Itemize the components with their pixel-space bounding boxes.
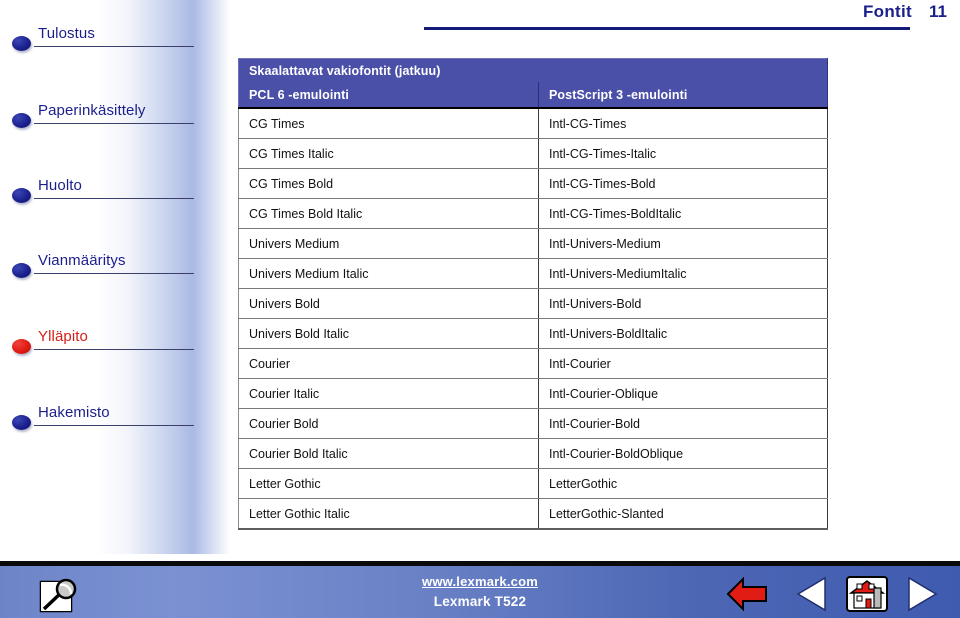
footer-bar: www.lexmark.com Lexmark T522: [0, 561, 960, 618]
table-row: CG Times Bold Italic Intl-CG-Times-BoldI…: [238, 198, 829, 229]
table-row: Univers Medium Italic Intl-Univers-Mediu…: [238, 258, 829, 289]
blue-bullet-icon: [12, 36, 31, 51]
sidebar-item-label: Hakemisto: [38, 404, 110, 421]
home-icon[interactable]: [845, 574, 889, 614]
cell-pcl-font: Courier Italic: [238, 378, 539, 409]
previous-page-icon[interactable]: [795, 574, 829, 614]
sidebar-item-yllapito[interactable]: Ylläpito: [12, 328, 198, 358]
table-row: Univers Bold Italic Intl-Univers-BoldIta…: [238, 318, 829, 349]
table-row: Univers Bold Intl-Univers-Bold: [238, 288, 829, 319]
red-bullet-icon: [12, 339, 31, 354]
table-header-row: PCL 6 -emulointi PostScript 3 -emulointi: [238, 82, 829, 109]
blue-bullet-icon: [12, 415, 31, 430]
blue-bullet-icon: [12, 263, 31, 278]
page-title: Fontit: [863, 2, 912, 21]
cell-ps-font: Intl-Courier-BoldOblique: [538, 438, 829, 469]
cell-pcl-font: Courier Bold Italic: [238, 438, 539, 469]
cell-pcl-font: Letter Gothic: [238, 468, 539, 499]
cell-pcl-font: CG Times Bold Italic: [238, 198, 539, 229]
table-row: Courier Intl-Courier: [238, 348, 829, 379]
cell-ps-font: LetterGothic-Slanted: [538, 498, 829, 530]
blue-bullet-icon: [12, 113, 31, 128]
cell-ps-font: LetterGothic: [538, 468, 829, 499]
table-row: CG Times Intl-CG-Times: [238, 108, 829, 139]
column-header-pcl6: PCL 6 -emulointi: [238, 82, 539, 109]
table-row: Courier Bold Intl-Courier-Bold: [238, 408, 829, 439]
cell-ps-font: Intl-Univers-MediumItalic: [538, 258, 829, 289]
sidebar-item-label: Tulostus: [38, 25, 95, 42]
table-row: CG Times Italic Intl-CG-Times-Italic: [238, 138, 829, 169]
sidebar-item-label: Vianmääritys: [38, 252, 126, 269]
blue-bullet-icon: [12, 188, 31, 203]
sidebar-item-label: Paperinkäsittely: [38, 102, 146, 119]
table-body: Skaalattavat vakiofontit (jatkuu) PCL 6 …: [237, 58, 829, 530]
cell-ps-font: Intl-CG-Times: [538, 108, 829, 139]
cell-pcl-font: Univers Medium Italic: [238, 258, 539, 289]
cell-pcl-font: Univers Bold: [238, 288, 539, 319]
sidebar-item-paperinkasittely[interactable]: Paperinkäsittely: [12, 102, 198, 132]
cell-ps-font: Intl-Courier: [538, 348, 829, 379]
column-header-postscript3: PostScript 3 -emulointi: [538, 82, 829, 109]
sidebar-item-underline: [34, 123, 194, 124]
next-page-icon[interactable]: [905, 574, 939, 614]
sidebar-item-underline: [34, 198, 194, 199]
cell-pcl-font: CG Times: [238, 108, 539, 139]
cell-pcl-font: Courier Bold: [238, 408, 539, 439]
sidebar-item-underline: [34, 425, 194, 426]
sidebar-item-tulostus[interactable]: Tulostus: [12, 25, 198, 55]
cell-pcl-font: CG Times Italic: [238, 138, 539, 169]
table-row: Letter Gothic Italic LetterGothic-Slante…: [238, 498, 829, 530]
cell-ps-font: Intl-Courier-Bold: [538, 408, 829, 439]
cell-ps-font: Intl-Univers-Medium: [538, 228, 829, 259]
cell-pcl-font: Univers Medium: [238, 228, 539, 259]
back-arrow-icon[interactable]: [726, 574, 768, 614]
cell-pcl-font: CG Times Bold: [238, 168, 539, 199]
sidebar-item-underline: [34, 46, 194, 47]
cell-ps-font: Intl-CG-Times-Bold: [538, 168, 829, 199]
cell-ps-font: Intl-CG-Times-Italic: [538, 138, 829, 169]
table-row: Letter Gothic LetterGothic: [238, 468, 829, 499]
sidebar-item-vianmaaritys[interactable]: Vianmääritys: [12, 252, 198, 282]
sidebar-item-label: Huolto: [38, 177, 82, 194]
sidebar-item-hakemisto[interactable]: Hakemisto: [12, 404, 198, 434]
cell-ps-font: Intl-CG-Times-BoldItalic: [538, 198, 829, 229]
cell-ps-font: Intl-Courier-Oblique: [538, 378, 829, 409]
header-divider: [424, 27, 910, 30]
table-row: CG Times Bold Intl-CG-Times-Bold: [238, 168, 829, 199]
navigation-sidebar: Tulostus Paperinkäsittely Huolto Vianmää…: [0, 0, 230, 554]
sidebar-item-huolto[interactable]: Huolto: [12, 177, 198, 207]
page-number: 11: [929, 2, 947, 21]
table-title-row: Skaalattavat vakiofontit (jatkuu): [237, 58, 829, 82]
sidebar-item-underline: [34, 273, 194, 274]
table-title: Skaalattavat vakiofontit (jatkuu): [237, 58, 829, 82]
sidebar-item-label: Ylläpito: [38, 328, 88, 345]
table-row: Univers Medium Intl-Univers-Medium: [238, 228, 829, 259]
cell-ps-font: Intl-Univers-BoldItalic: [538, 318, 829, 349]
slide-page: Tulostus Paperinkäsittely Huolto Vianmää…: [0, 0, 960, 618]
cell-pcl-font: Letter Gothic Italic: [238, 498, 539, 530]
table-row: Courier Italic Intl-Courier-Oblique: [238, 378, 829, 409]
table-row: Courier Bold Italic Intl-Courier-BoldObl…: [238, 438, 829, 469]
sidebar-item-underline: [34, 349, 194, 350]
cell-ps-font: Intl-Univers-Bold: [538, 288, 829, 319]
cell-pcl-font: Courier: [238, 348, 539, 379]
font-list-table: Skaalattavat vakiofontit (jatkuu) PCL 6 …: [237, 58, 829, 530]
cell-pcl-font: Univers Bold Italic: [238, 318, 539, 349]
